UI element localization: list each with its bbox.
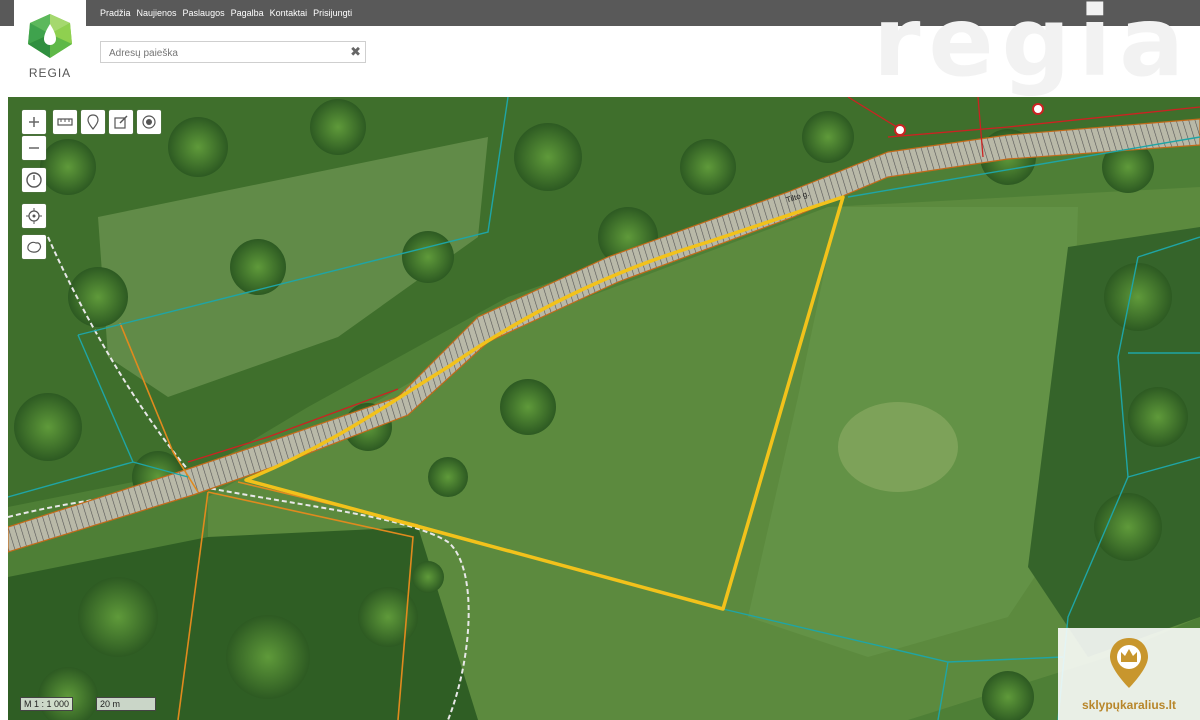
marker-icon[interactable] bbox=[81, 110, 105, 134]
close-icon[interactable]: ✖ bbox=[350, 44, 361, 60]
regia-logo[interactable]: REGIA bbox=[14, 0, 86, 92]
main-nav: Pradžia Naujienos Paslaugos Pagalba Kont… bbox=[100, 0, 358, 26]
nav-item-naujienos[interactable]: Naujienos bbox=[137, 8, 177, 18]
brand-watermark: sklypųkaralius.lt bbox=[1058, 628, 1200, 720]
nav-item-paslaugos[interactable]: Paslaugos bbox=[183, 8, 225, 18]
background-watermark: regia bbox=[873, 0, 1192, 98]
address-search: ✖ bbox=[100, 41, 366, 63]
target-icon[interactable] bbox=[137, 110, 161, 134]
map-view[interactable] bbox=[8, 97, 1200, 720]
edit-icon[interactable] bbox=[109, 110, 133, 134]
logo-text: REGIA bbox=[28, 66, 72, 80]
logo-icon bbox=[28, 14, 72, 58]
measure-icon[interactable] bbox=[53, 110, 77, 134]
map-canvas[interactable] bbox=[8, 97, 1200, 720]
history-icon[interactable] bbox=[22, 168, 46, 192]
scale-bar: 20 m bbox=[96, 697, 156, 711]
nav-item-pradzia[interactable]: Pradžia bbox=[100, 8, 131, 18]
nav-item-kontaktai[interactable]: Kontaktai bbox=[270, 8, 308, 18]
search-input[interactable] bbox=[107, 44, 351, 62]
nav-item-prisijungti[interactable]: Prisijungti bbox=[313, 8, 352, 18]
layers-icon[interactable] bbox=[22, 235, 46, 259]
zoom-in-icon[interactable] bbox=[22, 110, 46, 134]
boundary-point-marker[interactable] bbox=[1032, 103, 1044, 115]
scale-ratio: M 1 : 1 000 bbox=[20, 697, 74, 711]
nav-item-pagalba[interactable]: Pagalba bbox=[231, 8, 264, 18]
zoom-out-icon[interactable] bbox=[22, 136, 46, 160]
boundary-point-marker[interactable] bbox=[894, 124, 906, 136]
brand-text: sklypųkaralius.lt bbox=[1081, 698, 1177, 712]
locate-icon[interactable] bbox=[22, 204, 46, 228]
field-patch bbox=[838, 402, 958, 492]
crown-pin-icon bbox=[1110, 638, 1148, 688]
